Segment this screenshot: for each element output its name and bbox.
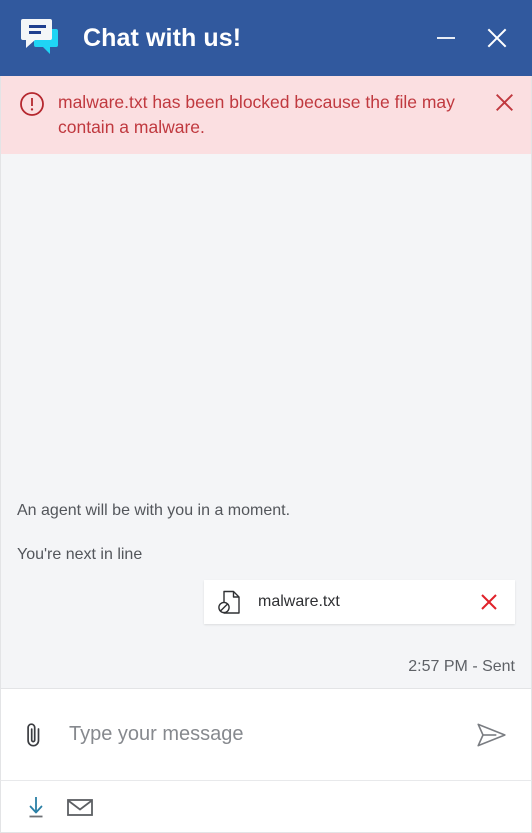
message-status: 2:57 PM - Sent [408,658,515,675]
paper-plane-icon[interactable] [469,713,513,757]
envelope-icon[interactable] [61,788,99,826]
attachment-filename: malware.txt [258,593,340,610]
chat-header: Chat with us! [0,0,532,76]
message-input[interactable] [69,717,459,752]
chat-bubbles-icon [14,15,66,61]
close-button[interactable] [480,21,514,55]
blocked-file-icon [218,590,241,615]
list-item: You're next in line [17,546,143,563]
download-icon[interactable] [17,788,55,826]
minimize-button[interactable] [429,21,463,55]
malware-alert-banner: malware.txt has been blocked because the… [0,76,532,154]
chat-widget: Chat with us! malware.txt has been block… [0,0,532,833]
chat-title: Chat with us! [83,23,242,52]
alert-message: malware.txt has been blocked because the… [58,92,455,137]
chat-footer-toolbar [0,780,532,833]
paperclip-icon[interactable] [17,713,51,757]
message-list: An agent will be with you in a moment. Y… [0,154,532,688]
message-composer [0,688,532,780]
attachment-card[interactable]: malware.txt [204,580,515,624]
exclamation-circle-icon [19,91,45,117]
attachment-remove-icon[interactable] [475,588,503,616]
message-status-row: 2:57 PM - Sent [17,658,515,676]
attachment-row: malware.txt [17,580,515,624]
list-item: An agent will be with you in a moment. [17,502,291,519]
alert-close-icon[interactable] [489,90,519,118]
